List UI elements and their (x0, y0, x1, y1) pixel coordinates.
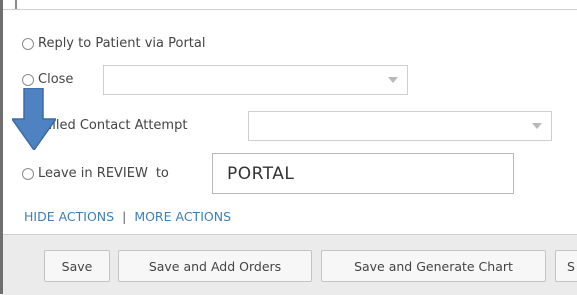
action-links: HIDE ACTIONS | MORE ACTIONS (24, 209, 231, 224)
hide-actions-link[interactable]: HIDE ACTIONS (24, 209, 114, 224)
option-leave-review[interactable]: Leave in REVIEW to (22, 166, 169, 181)
top-strip (3, 0, 577, 10)
option-leave-review-label: Leave in REVIEW (38, 166, 148, 181)
close-reason-select[interactable] (103, 65, 408, 95)
review-target-input[interactable]: PORTAL (212, 153, 514, 194)
option-close-label: Close (38, 72, 74, 87)
review-target-value: PORTAL (227, 163, 295, 184)
save-and-generate-chart-button[interactable]: Save and Generate Chart (321, 250, 546, 282)
radio-reply-portal[interactable] (22, 37, 34, 50)
failed-contact-select[interactable] (248, 111, 552, 141)
links-separator: | (122, 209, 127, 224)
option-close[interactable]: Close (22, 72, 73, 87)
arrow-down-icon (12, 88, 56, 150)
radio-leave-review[interactable] (22, 167, 34, 180)
option-leave-review-to: to (155, 166, 169, 181)
option-failed-contact-label: Failed Contact Attempt (38, 118, 188, 133)
save-and-add-orders-button[interactable]: Save and Add Orders (118, 250, 312, 282)
chevron-down-icon[interactable] (532, 123, 542, 129)
partial-button[interactable]: S (555, 250, 577, 282)
radio-close[interactable] (22, 73, 34, 86)
top-strip-tick (15, 0, 17, 9)
chevron-down-icon[interactable] (388, 77, 398, 83)
save-button[interactable]: Save (44, 250, 110, 282)
more-actions-link[interactable]: MORE ACTIONS (134, 209, 231, 224)
option-reply-portal[interactable]: Reply to Patient via Portal (22, 36, 205, 51)
option-reply-portal-label: Reply to Patient via Portal (38, 36, 206, 51)
